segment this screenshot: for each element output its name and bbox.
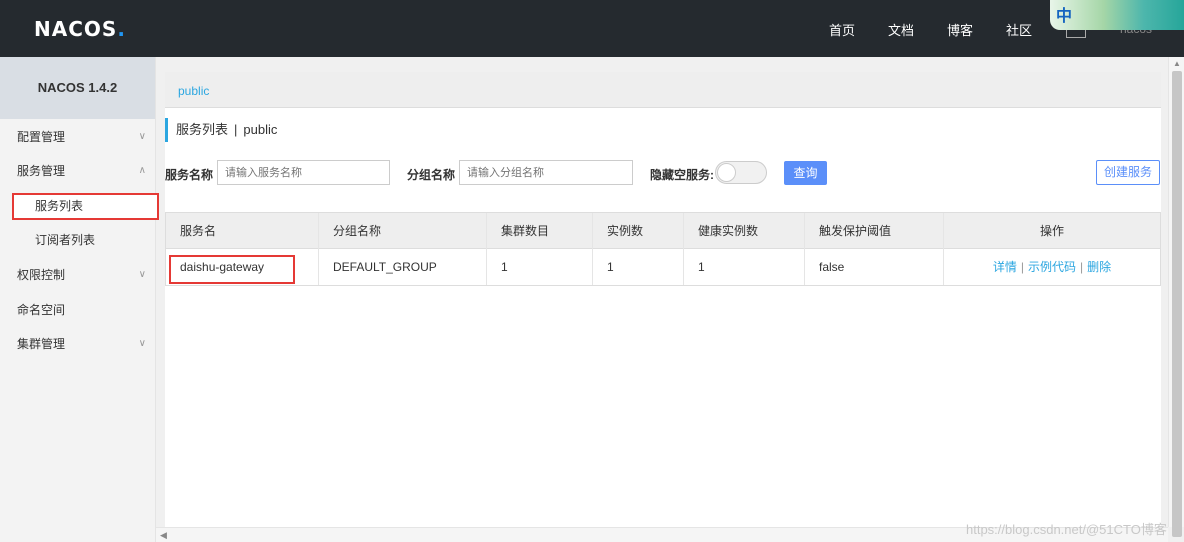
cell-instance-count: 1 bbox=[593, 249, 684, 285]
cell-operations: 详情 | 示例代码 | 删除 bbox=[944, 249, 1160, 285]
service-name-label: 服务名称 bbox=[165, 168, 214, 182]
main-content: public 服务列表 | public 服务名称 分组名称 隐藏空服务: 查询 创… bbox=[165, 72, 1161, 528]
sidebar-item-label: 权限控制 bbox=[17, 268, 66, 282]
breadcrumb-namespace[interactable]: public bbox=[178, 84, 209, 98]
query-button[interactable]: 查询 bbox=[784, 161, 827, 185]
cell-healthy-count: 1 bbox=[684, 249, 805, 285]
table-header: 服务名 分组名称 集群数目 实例数 健康实例数 触发保护阈值 操作 bbox=[166, 213, 1160, 249]
cell-cluster-count: 1 bbox=[487, 249, 593, 285]
chevron-down-icon: ∨ bbox=[138, 269, 146, 280]
nacos-logo[interactable]: NACOS. bbox=[34, 17, 126, 41]
watermark: https://blog.csdn.net/@51CTO博客 bbox=[966, 522, 1167, 537]
scroll-left-icon[interactable]: ◀ bbox=[160, 530, 167, 541]
cell-threshold: false bbox=[805, 249, 944, 285]
breadcrumb: public bbox=[165, 72, 1161, 108]
sidebar-item-label: 集群管理 bbox=[17, 337, 66, 351]
decoration-banner: 中 bbox=[1050, 0, 1184, 30]
sidebar-item-service-management[interactable]: 服务管理 ∧ bbox=[0, 154, 156, 188]
page-title: 服务列表 | public bbox=[165, 118, 277, 142]
title-separator: | bbox=[234, 122, 238, 137]
col-cluster-count: 集群数目 bbox=[487, 213, 593, 249]
group-name-label: 分组名称 bbox=[407, 168, 456, 182]
sidebar-item-config[interactable]: 配置管理 ∨ bbox=[0, 120, 156, 154]
top-header: NACOS. 首页 文档 博客 社区 nacos 中 bbox=[0, 0, 1184, 57]
sidebar-item-label: 订阅者列表 bbox=[35, 233, 96, 247]
delete-link[interactable]: 删除 bbox=[1087, 260, 1111, 274]
table-row: daishu-gateway DEFAULT_GROUP 1 1 1 false… bbox=[166, 249, 1160, 285]
sidebar-item-label: 命名空间 bbox=[17, 303, 66, 317]
link-separator: | bbox=[1080, 260, 1084, 274]
sample-code-link[interactable]: 示例代码 bbox=[1028, 260, 1076, 274]
sidebar-version: NACOS 1.4.2 bbox=[0, 57, 155, 119]
link-separator: | bbox=[1020, 260, 1024, 274]
hide-empty-toggle[interactable] bbox=[715, 161, 767, 184]
details-link[interactable]: 详情 bbox=[993, 260, 1017, 274]
sidebar-item-subscribers[interactable]: 订阅者列表 bbox=[0, 223, 156, 257]
scrollbar-thumb[interactable] bbox=[1172, 71, 1182, 537]
sidebar: NACOS 1.4.2 配置管理 ∨ 服务管理 ∧ 订阅者列表 权限控制 ∨ 命… bbox=[0, 57, 156, 542]
sidebar-item-namespace[interactable]: 命名空间 bbox=[0, 293, 156, 327]
toggle-knob bbox=[717, 163, 736, 182]
sidebar-item-label: 服务列表 bbox=[35, 199, 84, 213]
nav-blog[interactable]: 博客 bbox=[947, 20, 973, 39]
chevron-down-icon: ∨ bbox=[138, 338, 146, 349]
service-name-input[interactable] bbox=[217, 160, 390, 185]
chevron-up-icon: ∧ bbox=[138, 165, 146, 176]
sidebar-item-cluster[interactable]: 集群管理 ∨ bbox=[0, 327, 156, 361]
sidebar-item-service-list[interactable]: 服务列表 bbox=[12, 193, 159, 220]
col-healthy-count: 健康实例数 bbox=[684, 213, 805, 249]
group-name-input[interactable] bbox=[459, 160, 633, 185]
create-service-button[interactable]: 创建服务 bbox=[1096, 160, 1160, 185]
decoration-text: 中 bbox=[1056, 8, 1073, 25]
hide-empty-label: 隐藏空服务: bbox=[650, 168, 714, 182]
scroll-up-icon[interactable]: ▲ bbox=[1173, 59, 1181, 68]
page-title-text: 服务列表 bbox=[176, 122, 229, 137]
chevron-down-icon: ∨ bbox=[138, 131, 146, 142]
nav-community[interactable]: 社区 bbox=[1006, 20, 1032, 39]
col-threshold: 触发保护阈值 bbox=[805, 213, 944, 249]
sidebar-item-permissions[interactable]: 权限控制 ∨ bbox=[0, 258, 156, 292]
cell-group-name: DEFAULT_GROUP bbox=[319, 249, 487, 285]
sidebar-item-label: 服务管理 bbox=[17, 164, 66, 178]
service-table: 服务名 分组名称 集群数目 实例数 健康实例数 触发保护阈值 操作 daishu… bbox=[165, 212, 1161, 286]
col-instance-count: 实例数 bbox=[593, 213, 684, 249]
page-namespace: public bbox=[243, 122, 278, 137]
vertical-scrollbar[interactable]: ▲ bbox=[1168, 57, 1184, 537]
col-service-name: 服务名 bbox=[166, 213, 319, 249]
nav-home[interactable]: 首页 bbox=[829, 20, 855, 39]
col-group-name: 分组名称 bbox=[319, 213, 487, 249]
sidebar-item-label: 配置管理 bbox=[17, 130, 66, 144]
col-operations: 操作 bbox=[1039, 224, 1064, 238]
nav-docs[interactable]: 文档 bbox=[888, 20, 914, 39]
cell-service-name: daishu-gateway bbox=[166, 249, 319, 285]
